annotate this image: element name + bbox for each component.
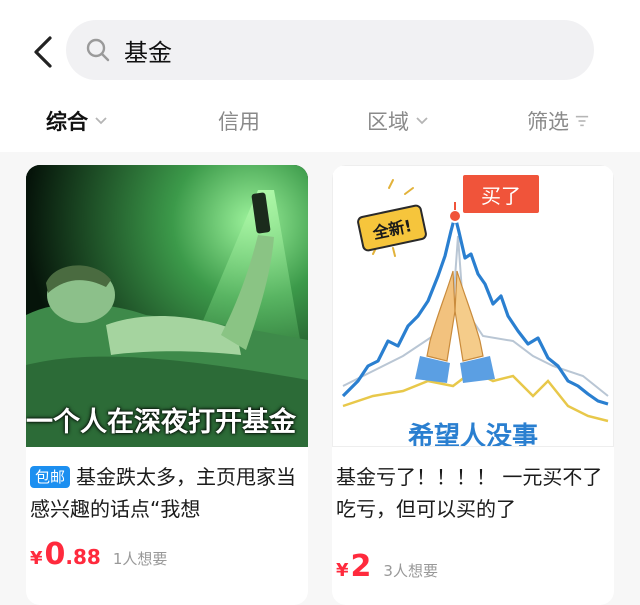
filter-tab-label: 综合: [46, 110, 88, 134]
filter-tab-filter[interactable]: 筛选: [527, 106, 589, 136]
filter-tab-label: 区域: [367, 110, 409, 134]
chevron-down-icon: [415, 114, 429, 128]
search-bar[interactable]: [66, 20, 594, 80]
search-input[interactable]: [122, 35, 526, 65]
price-integer: 0: [44, 537, 66, 572]
filter-tab-credit[interactable]: 信用: [218, 106, 260, 136]
product-card[interactable]: 一个人在深夜打开基金 包邮 基金跌太多，主页甩家当 感兴趣的话点“我想 ¥ 0 .…: [26, 165, 308, 605]
want-count: 3人想要: [383, 562, 438, 580]
product-title[interactable]: 包邮 基金跌太多，主页甩家当 感兴趣的话点“我想: [26, 447, 308, 525]
filter-tab-label: 信用: [218, 110, 260, 134]
search-icon: [84, 36, 112, 64]
product-image[interactable]: 全新! 买了 希望人没事: [332, 165, 614, 447]
bought-bubble-text: 买了: [481, 183, 521, 208]
back-button[interactable]: [28, 32, 58, 72]
back-arrow-icon: [34, 36, 52, 68]
price-decimal: .88: [65, 545, 101, 569]
bought-bubble: 买了: [461, 173, 541, 215]
free-shipping-badge: 包邮: [30, 466, 71, 488]
price-integer: 2: [350, 549, 372, 584]
chevron-down-icon: [94, 114, 108, 128]
filter-tab-region[interactable]: 区域: [367, 106, 429, 136]
currency-symbol: ¥: [336, 560, 349, 581]
filter-tab-label: 筛选: [527, 110, 569, 134]
product-title-text: 基金亏了！！！！ 一元买不了吃亏，但可以买的了: [336, 465, 603, 521]
product-title[interactable]: 基金亏了！！！！ 一元买不了吃亏，但可以买的了: [332, 447, 614, 525]
new-sticker-text: 全新!: [371, 216, 414, 243]
want-count: 1人想要: [112, 550, 168, 568]
top-bar: [0, 0, 640, 88]
product-image[interactable]: 一个人在深夜打开基金: [26, 165, 308, 447]
currency-symbol: ¥: [30, 548, 43, 569]
image-caption: 希望人没事: [407, 422, 538, 447]
price-row: ¥ 2 3人想要: [336, 549, 438, 584]
filter-tab-comprehensive[interactable]: 综合: [46, 106, 108, 136]
filter-bar: 综合 信用 区域 筛选: [0, 88, 640, 152]
price-row: ¥ 0 .88 1人想要: [30, 537, 167, 572]
image-caption: 一个人在深夜打开基金: [26, 407, 296, 438]
product-card[interactable]: 全新! 买了 希望人没事 基金亏了！！！！ 一元买不了吃亏，但可以买的了 ¥ 2…: [332, 165, 614, 605]
filter-icon: [575, 114, 589, 128]
